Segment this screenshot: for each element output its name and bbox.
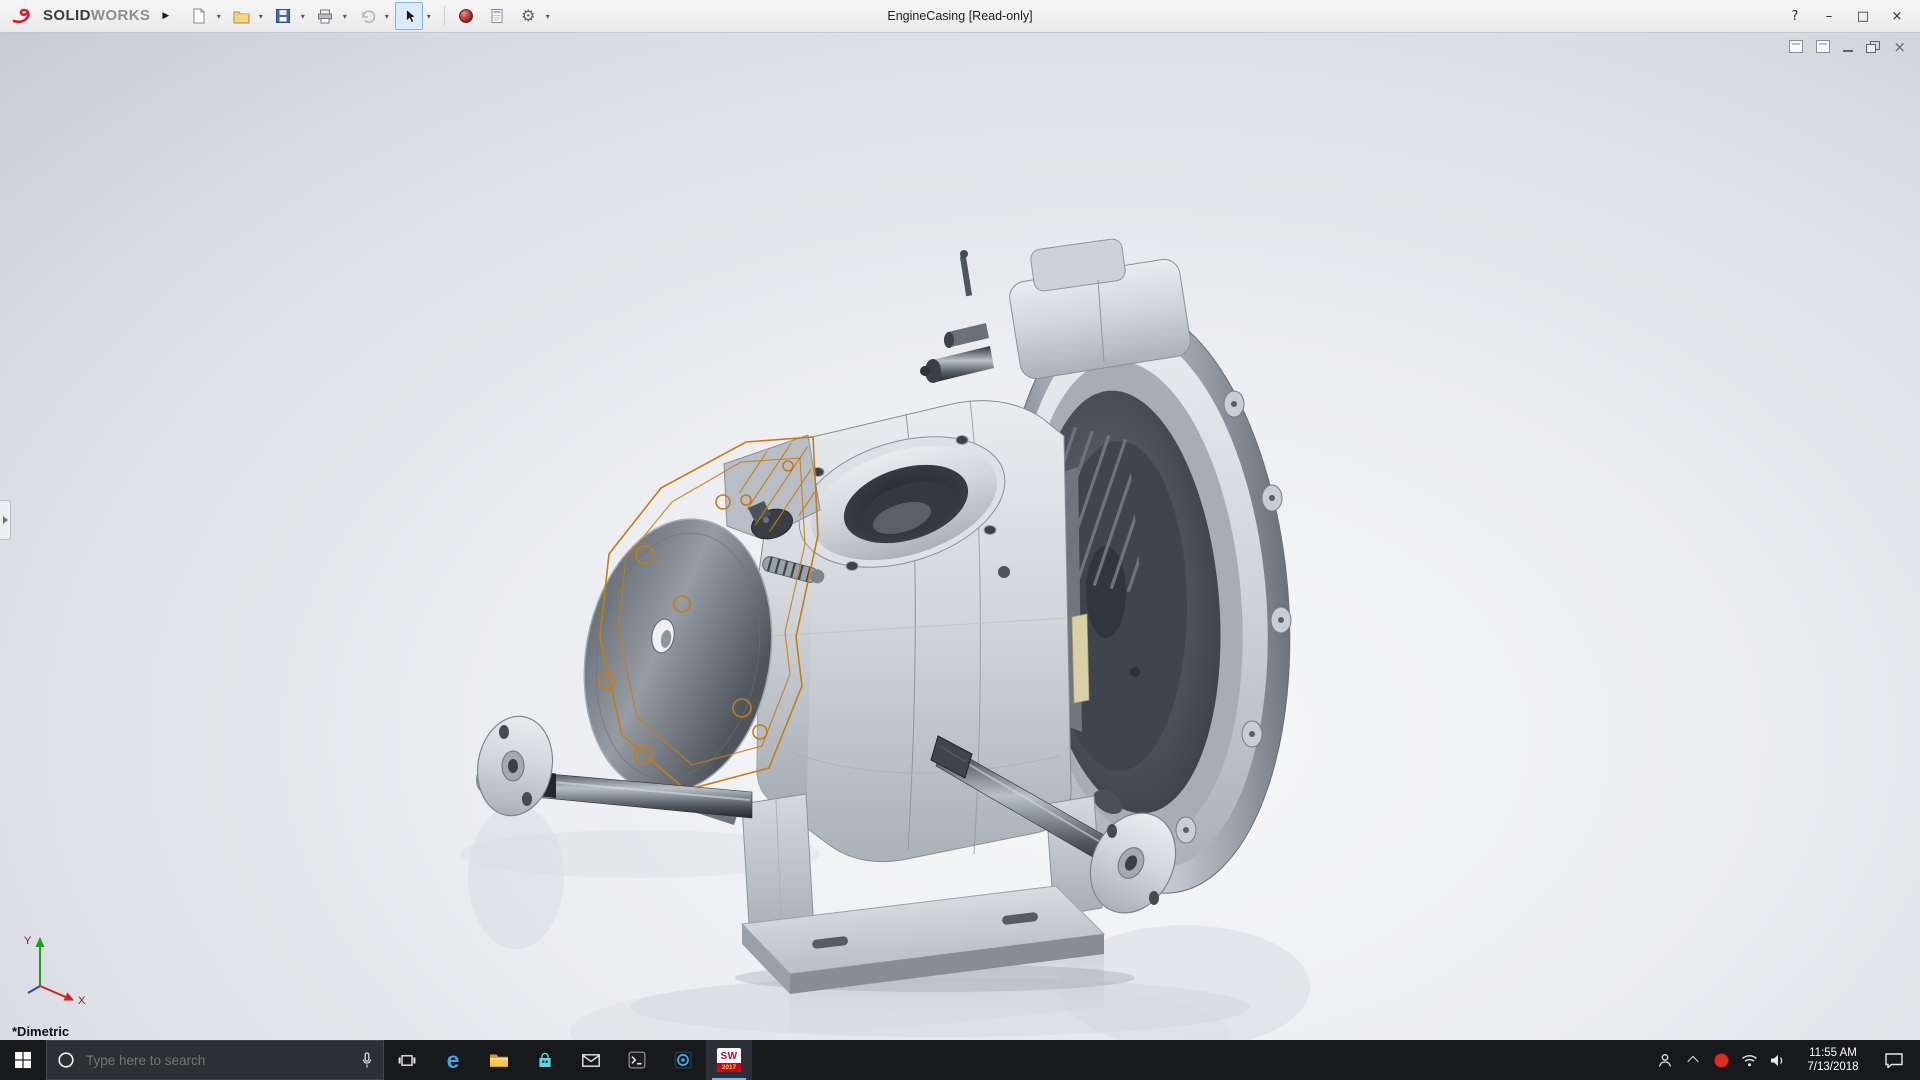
action-center-icon <box>1885 1053 1903 1068</box>
command-prompt-icon <box>628 1051 646 1069</box>
action-center-button[interactable] <box>1875 1040 1913 1080</box>
microphone-icon[interactable] <box>361 1052 373 1069</box>
people-button[interactable] <box>1651 1040 1679 1080</box>
brand-text-solid: SOLID <box>43 7 91 24</box>
mail-icon <box>582 1054 600 1067</box>
taskbar-clock[interactable]: 11:55 AM 7/13/2018 <box>1791 1046 1875 1074</box>
new-dropdown-caret[interactable]: ▾ <box>213 12 224 21</box>
close-button[interactable]: × <box>1880 1 1914 32</box>
triad-x-label: X <box>78 995 86 1007</box>
options-button[interactable]: ⚙ <box>514 2 542 30</box>
select-dropdown-caret[interactable]: ▾ <box>423 12 434 21</box>
print-icon <box>317 9 333 24</box>
solidworks-logo: SOLIDWORKS <box>12 7 150 25</box>
brand-text-works: WORKS <box>91 7 151 24</box>
print-dropdown-caret[interactable]: ▾ <box>339 12 350 21</box>
clock-time: 11:55 AM <box>1809 1046 1857 1060</box>
view-orientation-label: *Dimetric <box>12 1024 69 1039</box>
graphics-area[interactable]: × Y X *Dimetric <box>0 32 1920 1040</box>
wifi-icon <box>1741 1054 1758 1067</box>
save-button[interactable] <box>269 2 297 30</box>
quick-access-toolbar: ▾ ▾ ▾ <box>185 2 556 30</box>
chevron-up-icon <box>1687 1056 1698 1067</box>
solidworks-app-button[interactable]: SW 2017 <box>706 1040 752 1080</box>
file-explorer-button[interactable] <box>476 1040 522 1080</box>
volume-icon <box>1770 1054 1785 1067</box>
file-properties-icon <box>489 8 505 24</box>
options-dropdown-caret[interactable]: ▾ <box>542 12 553 21</box>
maximize-button[interactable]: □ <box>1846 1 1880 32</box>
gear-icon: ⚙ <box>521 8 535 24</box>
blue-circle-app-icon <box>674 1051 692 1069</box>
titlebar: SOLIDWORKS ▶ ▾ ▾ <box>0 0 1920 33</box>
ds-logo-icon <box>12 7 38 25</box>
start-button[interactable] <box>0 1040 46 1080</box>
edge-button[interactable]: e <box>430 1040 476 1080</box>
viewport-canvas[interactable] <box>0 32 1920 1040</box>
task-view-icon <box>398 1054 416 1067</box>
undo-dropdown-caret[interactable]: ▾ <box>381 12 392 21</box>
store-icon <box>537 1052 553 1069</box>
save-dropdown-caret[interactable]: ▾ <box>297 12 308 21</box>
clock-date: 7/13/2018 <box>1807 1060 1858 1074</box>
taskbar: e <box>0 1040 1920 1080</box>
open-button[interactable] <box>227 2 255 30</box>
menu-expand-button[interactable]: ▶ <box>158 7 173 25</box>
blue-circle-app-button[interactable] <box>660 1040 706 1080</box>
document-title: EngineCasing [Read-only] <box>887 0 1032 32</box>
engine-casing-model[interactable] <box>470 238 1313 994</box>
system-tray: 11:55 AM 7/13/2018 <box>1651 1040 1920 1080</box>
windows-logo-icon <box>15 1052 31 1068</box>
chevron-right-icon <box>3 516 8 524</box>
mail-button[interactable] <box>568 1040 614 1080</box>
new-document-icon <box>191 8 207 24</box>
triad-y-label: Y <box>24 935 32 947</box>
solidworks-app-icon: SW 2017 <box>717 1048 741 1072</box>
undo-button[interactable] <box>353 2 381 30</box>
solidworks-window: SOLIDWORKS ▶ ▾ ▾ <box>0 0 1920 1080</box>
new-document-button[interactable] <box>185 2 213 30</box>
orientation-triad: Y X <box>16 932 100 1008</box>
edge-icon: e <box>447 1049 460 1072</box>
file-properties-button[interactable] <box>483 2 511 30</box>
search-input[interactable] <box>84 1052 352 1069</box>
cortana-icon <box>57 1051 75 1069</box>
antivirus-icon <box>1714 1053 1729 1068</box>
command-prompt-button[interactable] <box>614 1040 660 1080</box>
task-view-button[interactable] <box>384 1040 430 1080</box>
window-controls: ? – □ × <box>1778 1 1914 32</box>
appearance-sphere-icon <box>458 8 474 24</box>
select-tool-button[interactable] <box>395 2 423 30</box>
print-button[interactable] <box>311 2 339 30</box>
doc-close-icon[interactable]: × <box>1893 41 1906 53</box>
people-icon <box>1657 1053 1673 1068</box>
open-folder-icon <box>233 9 250 24</box>
tray-overflow-button[interactable] <box>1679 1040 1707 1080</box>
document-window-controls: × <box>1789 40 1906 53</box>
document-window-icon[interactable] <box>1816 40 1830 53</box>
sw-icon-year: 2017 <box>717 1063 741 1072</box>
edit-appearance-button[interactable] <box>452 2 480 30</box>
save-icon <box>275 8 291 24</box>
volume-button[interactable] <box>1763 1040 1791 1080</box>
featuremanager-expand-tab[interactable] <box>0 500 11 540</box>
undo-icon <box>359 9 375 24</box>
help-button[interactable]: ? <box>1778 1 1812 32</box>
doc-restore-icon[interactable] <box>1866 41 1880 53</box>
file-explorer-icon <box>489 1053 509 1068</box>
minimize-button[interactable]: – <box>1812 1 1846 32</box>
taskbar-search[interactable] <box>46 1040 384 1080</box>
select-cursor-icon <box>402 8 417 24</box>
network-button[interactable] <box>1735 1040 1763 1080</box>
open-dropdown-caret[interactable]: ▾ <box>255 12 266 21</box>
antivirus-tray-button[interactable] <box>1707 1040 1735 1080</box>
toolbar-separator <box>444 6 445 26</box>
doc-minimize-icon[interactable] <box>1843 41 1853 52</box>
store-button[interactable] <box>522 1040 568 1080</box>
sw-icon-letters: SW <box>720 1051 737 1063</box>
document-window-icon[interactable] <box>1789 40 1803 53</box>
